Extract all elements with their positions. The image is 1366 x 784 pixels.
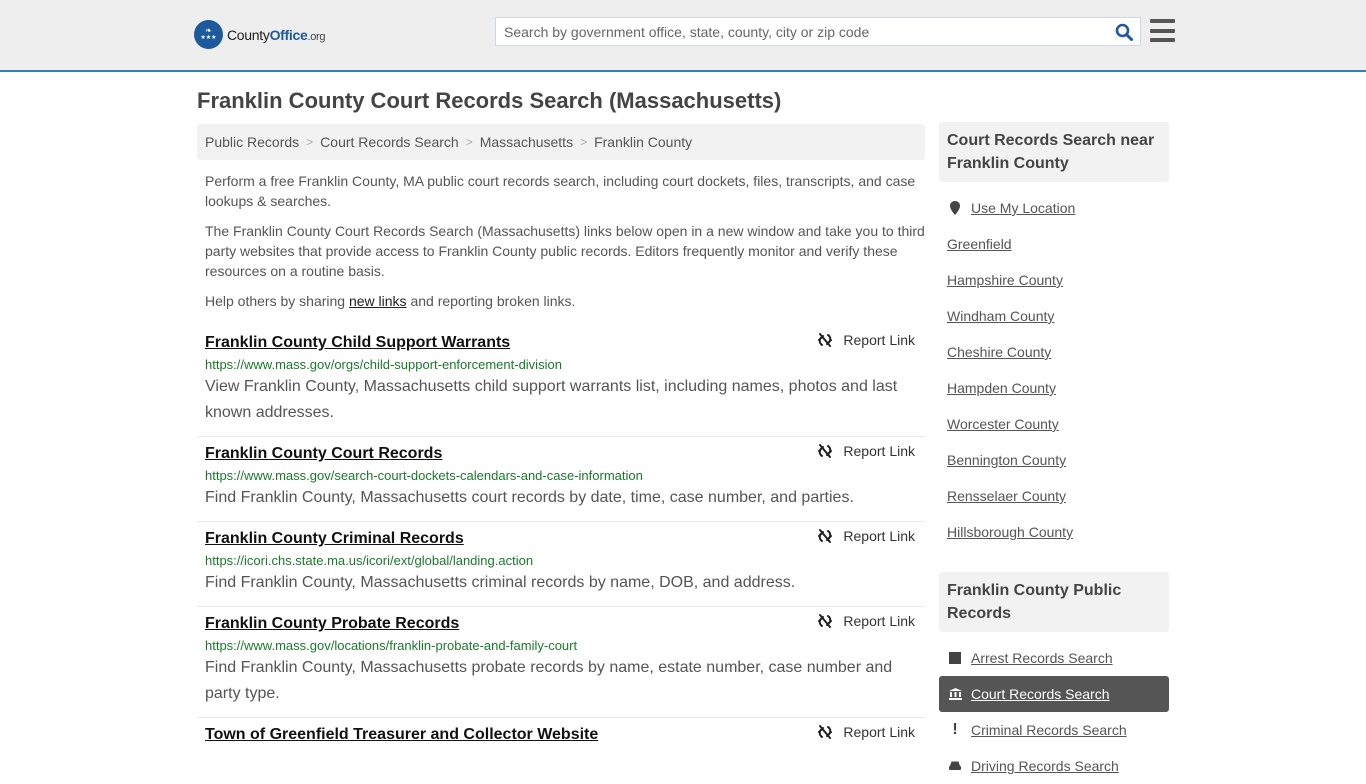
driving-records-search-link[interactable]: Driving Records Search — [971, 758, 1119, 774]
broken-link-icon — [818, 725, 833, 739]
nearby-list: Use My Location Greenfield Hampshire Cou… — [939, 182, 1169, 550]
court-records-search-link[interactable]: Court Records Search — [971, 686, 1110, 702]
nearby-link-rensselaer-county[interactable]: Rensselaer County — [947, 488, 1066, 504]
report-link-button[interactable]: Report Link — [817, 613, 915, 629]
criminal-records-search-link[interactable]: Criminal Records Search — [971, 722, 1127, 738]
resource-link-url: https://www.mass.gov/search-court-docket… — [205, 468, 643, 483]
nearby-item: Worcester County — [939, 406, 1169, 442]
resource-link-title[interactable]: Town of Greenfield Treasurer and Collect… — [205, 724, 598, 746]
breadcrumb-massachusetts[interactable]: Massachusetts — [480, 134, 573, 150]
resource-link-description: Find Franklin County, Massachusetts prob… — [205, 659, 893, 702]
breadcrumb-court-records-search[interactable]: Court Records Search — [320, 134, 459, 150]
nearby-item: Rensselaer County — [939, 478, 1169, 514]
search-bar — [495, 17, 1141, 46]
nearby-item: Windham County — [939, 298, 1169, 334]
resource-link-title[interactable]: Franklin County Probate Records — [205, 613, 459, 635]
map-pin-icon — [947, 201, 963, 215]
site-header: ❧ ★★★ CountyOffice.org — [0, 0, 1366, 72]
public-records-item: Arrest Records Search — [939, 640, 1169, 676]
report-link-button[interactable]: Report Link — [817, 443, 915, 459]
resource-link-description: Find Franklin County, Massachusetts crim… — [205, 574, 796, 591]
nearby-heading: Court Records Search near Franklin Count… — [939, 122, 1169, 182]
resource-link-url: https://www.mass.gov/orgs/child-support-… — [205, 357, 562, 372]
nearby-item: Hampden County — [939, 370, 1169, 406]
breadcrumb-separator: > — [306, 135, 314, 149]
nearby-link-cheshire-county[interactable]: Cheshire County — [947, 344, 1051, 360]
site-logo[interactable]: ❧ ★★★ CountyOffice.org — [194, 20, 326, 49]
nearby-link-windham-county[interactable]: Windham County — [947, 308, 1054, 324]
new-links-link[interactable]: new links — [349, 293, 407, 309]
hamburger-menu-button[interactable] — [1150, 19, 1175, 42]
resource-links-list: Franklin County Child Support Warrants R… — [197, 326, 925, 756]
broken-link-icon — [818, 333, 833, 347]
courthouse-icon — [947, 688, 963, 700]
resource-link-item: Franklin County Court Records Report Lin… — [197, 437, 925, 522]
broken-link-icon — [818, 614, 833, 628]
nearby-link-hillsborough-county[interactable]: Hillsborough County — [947, 524, 1073, 540]
public-records-item: Driving Records Search — [939, 748, 1169, 784]
nearby-item: Cheshire County — [939, 334, 1169, 370]
resource-link-item: Franklin County Probate Records Report L… — [197, 607, 925, 718]
nearby-sidebar: Court Records Search near Franklin Count… — [939, 122, 1169, 550]
search-input[interactable] — [496, 18, 1108, 45]
nearby-link-bennington-county[interactable]: Bennington County — [947, 452, 1066, 468]
report-link-button[interactable]: Report Link — [817, 528, 915, 544]
public-records-item: ! Criminal Records Search — [939, 712, 1169, 748]
report-link-button[interactable]: Report Link — [817, 332, 915, 348]
square-icon — [947, 652, 963, 664]
share-links-paragraph: Help others by sharing new links and rep… — [205, 293, 576, 309]
nearby-item: Hillsborough County — [939, 514, 1169, 550]
arrest-records-search-link[interactable]: Arrest Records Search — [971, 650, 1113, 666]
nearby-link-hampshire-county[interactable]: Hampshire County — [947, 272, 1063, 288]
public-records-item-active: Court Records Search — [939, 676, 1169, 712]
resource-link-item: Franklin County Criminal Records Report … — [197, 522, 925, 607]
breadcrumb-separator: > — [580, 135, 588, 149]
nearby-link-greenfield[interactable]: Greenfield — [947, 236, 1012, 252]
public-records-sidebar: Franklin County Public Records Arrest Re… — [939, 572, 1169, 784]
exclamation-icon: ! — [952, 721, 958, 738]
use-my-location-link[interactable]: Use My Location — [971, 200, 1075, 216]
search-icon — [1115, 23, 1133, 41]
broken-link-icon — [818, 529, 833, 543]
intro-text: Perform a free Franklin County, MA publi… — [205, 171, 925, 321]
public-records-heading: Franklin County Public Records — [939, 572, 1169, 632]
nearby-item: Bennington County — [939, 442, 1169, 478]
nearby-link-hampden-county[interactable]: Hampden County — [947, 380, 1056, 396]
resource-link-title[interactable]: Franklin County Court Records — [205, 443, 442, 465]
nearby-item: Greenfield — [939, 226, 1169, 262]
breadcrumb-separator: > — [465, 135, 473, 149]
nearby-link-worcester-county[interactable]: Worcester County — [947, 416, 1059, 432]
resource-link-title[interactable]: Franklin County Child Support Warrants — [205, 332, 510, 354]
breadcrumb: Public Records > Court Records Search > … — [197, 124, 925, 160]
car-icon — [947, 760, 963, 772]
search-button[interactable] — [1108, 18, 1140, 45]
report-link-button[interactable]: Report Link — [817, 724, 915, 740]
resource-link-url: https://www.mass.gov/locations/franklin-… — [205, 638, 578, 653]
resource-link-item: Franklin County Child Support Warrants R… — [197, 326, 925, 437]
nearby-item: Hampshire County — [939, 262, 1169, 298]
page-title: Franklin County Court Records Search (Ma… — [197, 88, 782, 113]
breadcrumb-franklin-county[interactable]: Franklin County — [594, 134, 692, 150]
resource-link-description: View Franklin County, Massachusetts chil… — [205, 378, 898, 421]
logo-eagle-icon: ❧ ★★★ — [194, 20, 223, 49]
use-my-location-item: Use My Location — [939, 190, 1169, 226]
hamburger-menu-icon-bar — [1150, 28, 1175, 33]
intro-paragraph: The Franklin County Court Records Search… — [205, 223, 925, 279]
public-records-list: Arrest Records Search Court Records Sear… — [939, 632, 1169, 784]
resource-link-description: Find Franklin County, Massachusetts cour… — [205, 489, 854, 506]
resource-link-item: Town of Greenfield Treasurer and Collect… — [197, 718, 925, 756]
intro-paragraph: Perform a free Franklin County, MA publi… — [205, 173, 916, 209]
hamburger-menu-icon-bar — [1150, 19, 1175, 23]
logo-text: CountyOffice.org — [227, 26, 326, 43]
hamburger-menu-icon-bar — [1150, 38, 1175, 42]
broken-link-icon — [818, 444, 833, 458]
resource-link-title[interactable]: Franklin County Criminal Records — [205, 528, 464, 550]
resource-link-url: https://icori.chs.state.ma.us/icori/ext/… — [205, 553, 534, 568]
breadcrumb-public-records[interactable]: Public Records — [205, 134, 299, 150]
